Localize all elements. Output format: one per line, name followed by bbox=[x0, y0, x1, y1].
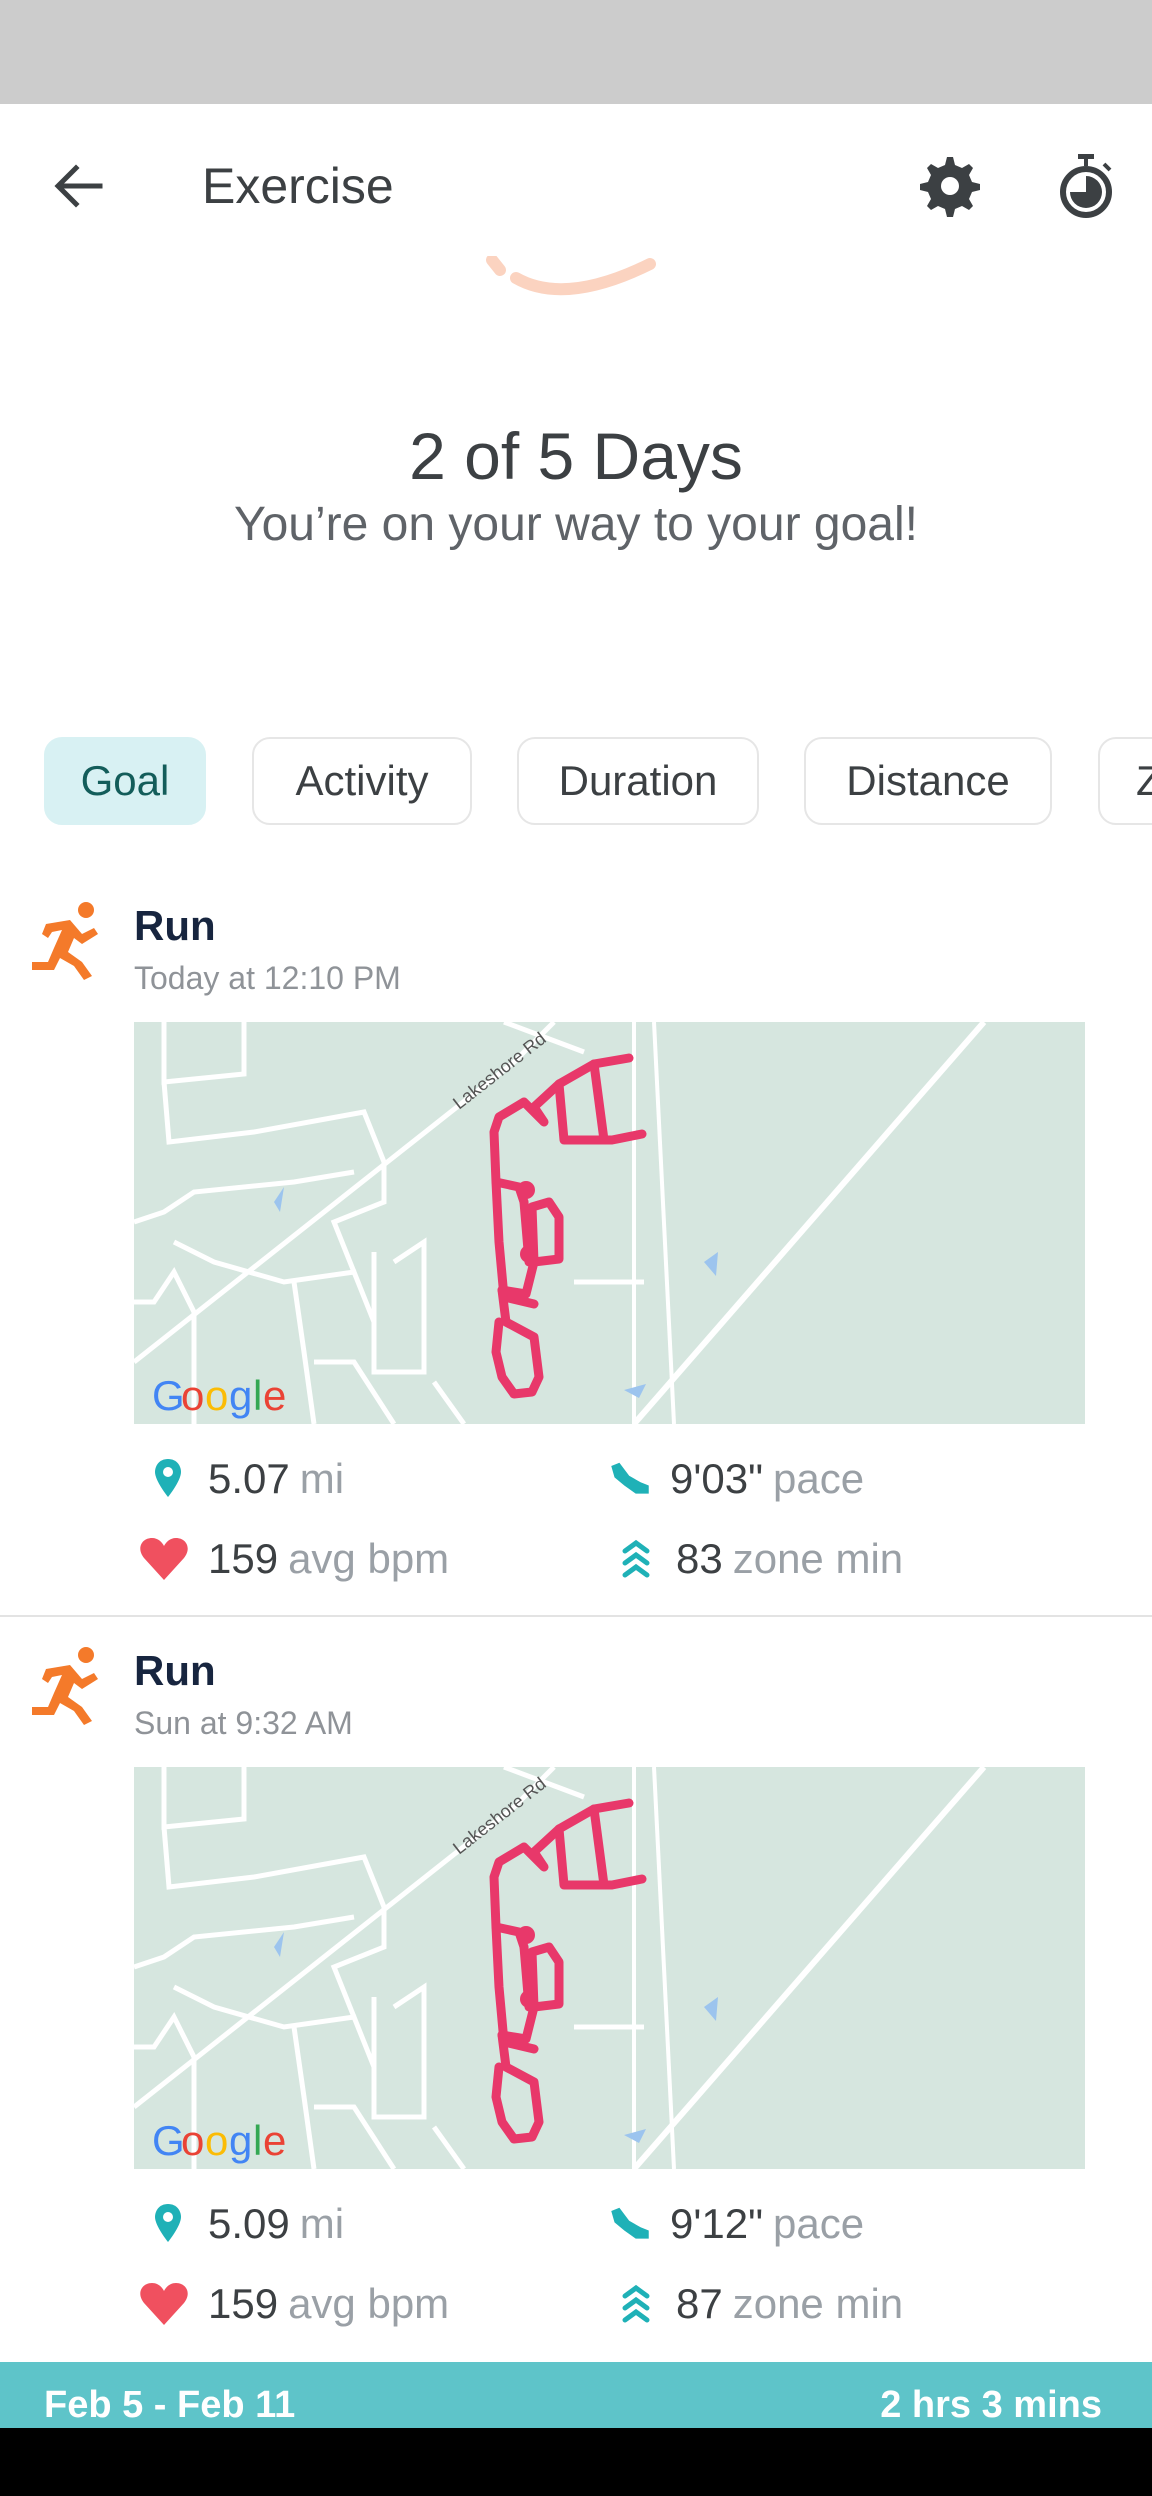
heart-rate-stat: 159 avg bpm bbox=[138, 1535, 449, 1583]
map-tiles: Lakeshore Rd G o o g l e bbox=[134, 1022, 987, 1424]
svg-text:e: e bbox=[263, 2117, 286, 2164]
heart-rate-value: 159 bbox=[208, 2280, 279, 2327]
shoe-icon bbox=[611, 1462, 649, 1494]
timer-button[interactable] bbox=[1054, 152, 1118, 220]
pace-unit: pace bbox=[773, 2200, 865, 2247]
heart-rate-value: 159 bbox=[208, 1535, 279, 1582]
arrow-left-icon bbox=[54, 164, 103, 208]
status-bar bbox=[0, 0, 1152, 104]
zone-minutes-unit: zone min bbox=[732, 2280, 904, 2327]
location-pin-icon bbox=[155, 1459, 181, 1497]
svg-text:l: l bbox=[253, 2117, 262, 2164]
back-button[interactable] bbox=[48, 154, 112, 218]
date-range: Feb 5 - Feb 11 bbox=[44, 2384, 296, 2426]
total-duration: 2 hrs 3 mins bbox=[880, 2384, 1102, 2426]
google-logo: G o o g l e bbox=[152, 1372, 286, 1419]
chip-goal[interactable]: Goal bbox=[44, 737, 206, 825]
map-tiles: Lakeshore Rd G o o g l e bbox=[134, 1767, 987, 2169]
route-map[interactable]: Lakeshore Rd G o o g l e bbox=[134, 1767, 1085, 2169]
svg-text:e: e bbox=[263, 1372, 286, 1419]
running-icon bbox=[32, 902, 98, 980]
distance-unit: mi bbox=[299, 1455, 345, 1502]
svg-text:l: l bbox=[253, 1372, 262, 1419]
svg-text:g: g bbox=[229, 2117, 252, 2164]
svg-text:G: G bbox=[152, 2117, 185, 2164]
google-logo: G o o g l e bbox=[152, 2117, 286, 2164]
zone-minutes-stat: 87 zone min bbox=[614, 2280, 903, 2328]
svg-text:o: o bbox=[181, 2117, 204, 2164]
page-title: Exercise bbox=[202, 158, 394, 214]
activity-name: Run bbox=[134, 902, 216, 949]
zone-minutes-stat: 83 zone min bbox=[614, 1535, 903, 1583]
shoe-icon bbox=[611, 2207, 649, 2239]
gear-icon bbox=[920, 157, 980, 217]
stopwatch-icon bbox=[1060, 154, 1112, 218]
zone-minutes-value: 87 bbox=[676, 2280, 723, 2327]
zone-minutes-icon bbox=[622, 1539, 650, 1578]
heart-icon bbox=[140, 1538, 188, 1580]
activity-name: Run bbox=[134, 1647, 216, 1694]
chip-distance[interactable]: Distance bbox=[804, 737, 1052, 825]
chip-activity[interactable]: Activity bbox=[252, 737, 472, 825]
running-icon bbox=[32, 1647, 98, 1725]
goal-count: 2 of 5 Days bbox=[409, 419, 743, 493]
app-bar: Exercise bbox=[0, 104, 1152, 264]
pace-unit: pace bbox=[773, 1455, 865, 1502]
pace-value: 9'12" bbox=[670, 2200, 764, 2247]
heart-rate-unit: avg bpm bbox=[288, 1535, 450, 1582]
pace-value: 9'03" bbox=[670, 1455, 764, 1502]
entry-divider bbox=[0, 1615, 1152, 1617]
heart-icon bbox=[140, 2283, 188, 2325]
route-map[interactable]: Lakeshore Rd G o o g l e bbox=[134, 1022, 1085, 1424]
goal-progress-ring bbox=[486, 256, 656, 296]
zone-minutes-unit: zone min bbox=[732, 1535, 904, 1582]
chip-duration[interactable]: Duration bbox=[517, 737, 759, 825]
svg-text:g: g bbox=[229, 1372, 252, 1419]
distance-unit: mi bbox=[299, 2200, 345, 2247]
heart-rate-stat: 159 avg bpm bbox=[138, 2280, 449, 2328]
weekly-summary-bar[interactable]: Feb 5 - Feb 11 2 hrs 3 mins bbox=[0, 2362, 1152, 2428]
chip-zone[interactable]: Z bbox=[1098, 737, 1152, 825]
activity-time: Today at 12:10 PM bbox=[134, 960, 401, 996]
zone-minutes-value: 83 bbox=[676, 1535, 723, 1582]
pace-stat: 9'12" pace bbox=[608, 2200, 864, 2248]
distance-value: 5.07 bbox=[208, 1455, 290, 1502]
distance-value: 5.09 bbox=[208, 2200, 290, 2247]
location-pin-icon bbox=[155, 2204, 181, 2242]
distance-stat: 5.09 mi bbox=[146, 2200, 344, 2248]
settings-button[interactable] bbox=[918, 154, 982, 218]
svg-text:o: o bbox=[205, 1372, 228, 1419]
goal-message: You’re on your way to your goal! bbox=[234, 498, 918, 551]
svg-text:o: o bbox=[205, 2117, 228, 2164]
activity-time: Sun at 9:32 AM bbox=[134, 1705, 353, 1741]
heart-rate-unit: avg bpm bbox=[288, 2280, 450, 2327]
exercise-entry[interactable]: Run Today at 12:10 PM Lakeshore Rd G o o… bbox=[0, 880, 1152, 1615]
zone-minutes-icon bbox=[622, 2284, 650, 2323]
system-nav-bar bbox=[0, 2428, 1152, 2496]
pace-stat: 9'03" pace bbox=[608, 1455, 864, 1503]
svg-text:G: G bbox=[152, 1372, 185, 1419]
distance-stat: 5.07 mi bbox=[146, 1455, 344, 1503]
exercise-entry[interactable]: Run Sun at 9:32 AM Lakeshore Rd G o o g … bbox=[0, 1625, 1152, 2362]
svg-text:o: o bbox=[181, 1372, 204, 1419]
